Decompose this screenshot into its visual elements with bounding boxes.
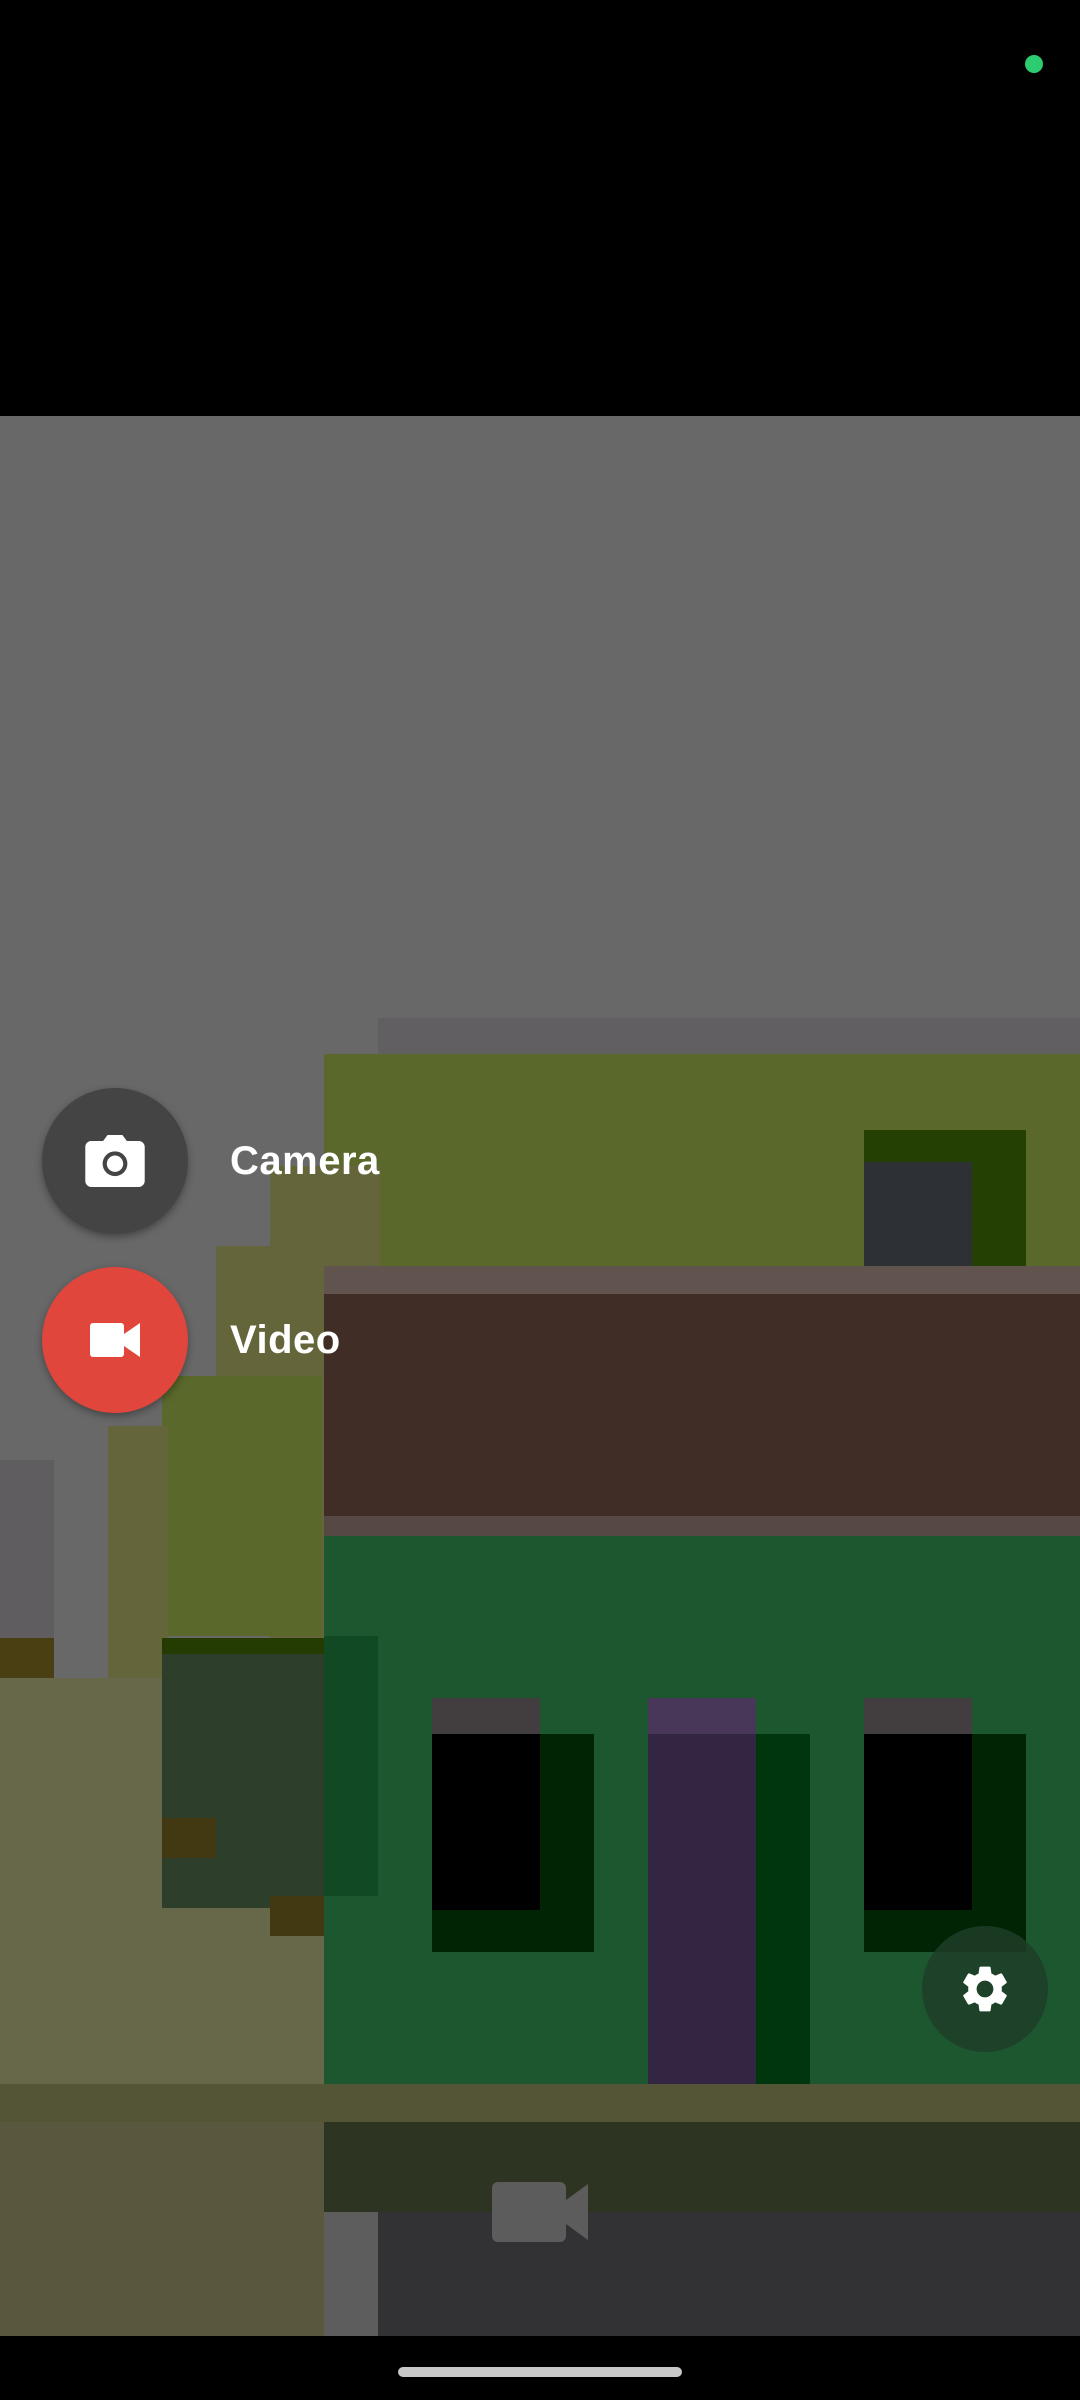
video-mode-button[interactable]: [42, 1267, 188, 1413]
camera-icon: [85, 1135, 145, 1187]
camera-mode-button[interactable]: [42, 1088, 188, 1234]
camera-mode-label[interactable]: Camera: [230, 1139, 380, 1184]
video-record-icon[interactable]: [490, 2178, 590, 2246]
home-gesture-handle[interactable]: [398, 2367, 682, 2377]
privacy-indicator-dot: [1025, 55, 1043, 73]
videocam-icon: [90, 1323, 140, 1357]
settings-button[interactable]: [922, 1926, 1048, 2052]
camera-mode-option[interactable]: Camera: [42, 1088, 380, 1234]
video-mode-option[interactable]: Video: [42, 1267, 341, 1413]
video-mode-label[interactable]: Video: [230, 1318, 341, 1363]
settings-gear-icon: [963, 1966, 1007, 2012]
